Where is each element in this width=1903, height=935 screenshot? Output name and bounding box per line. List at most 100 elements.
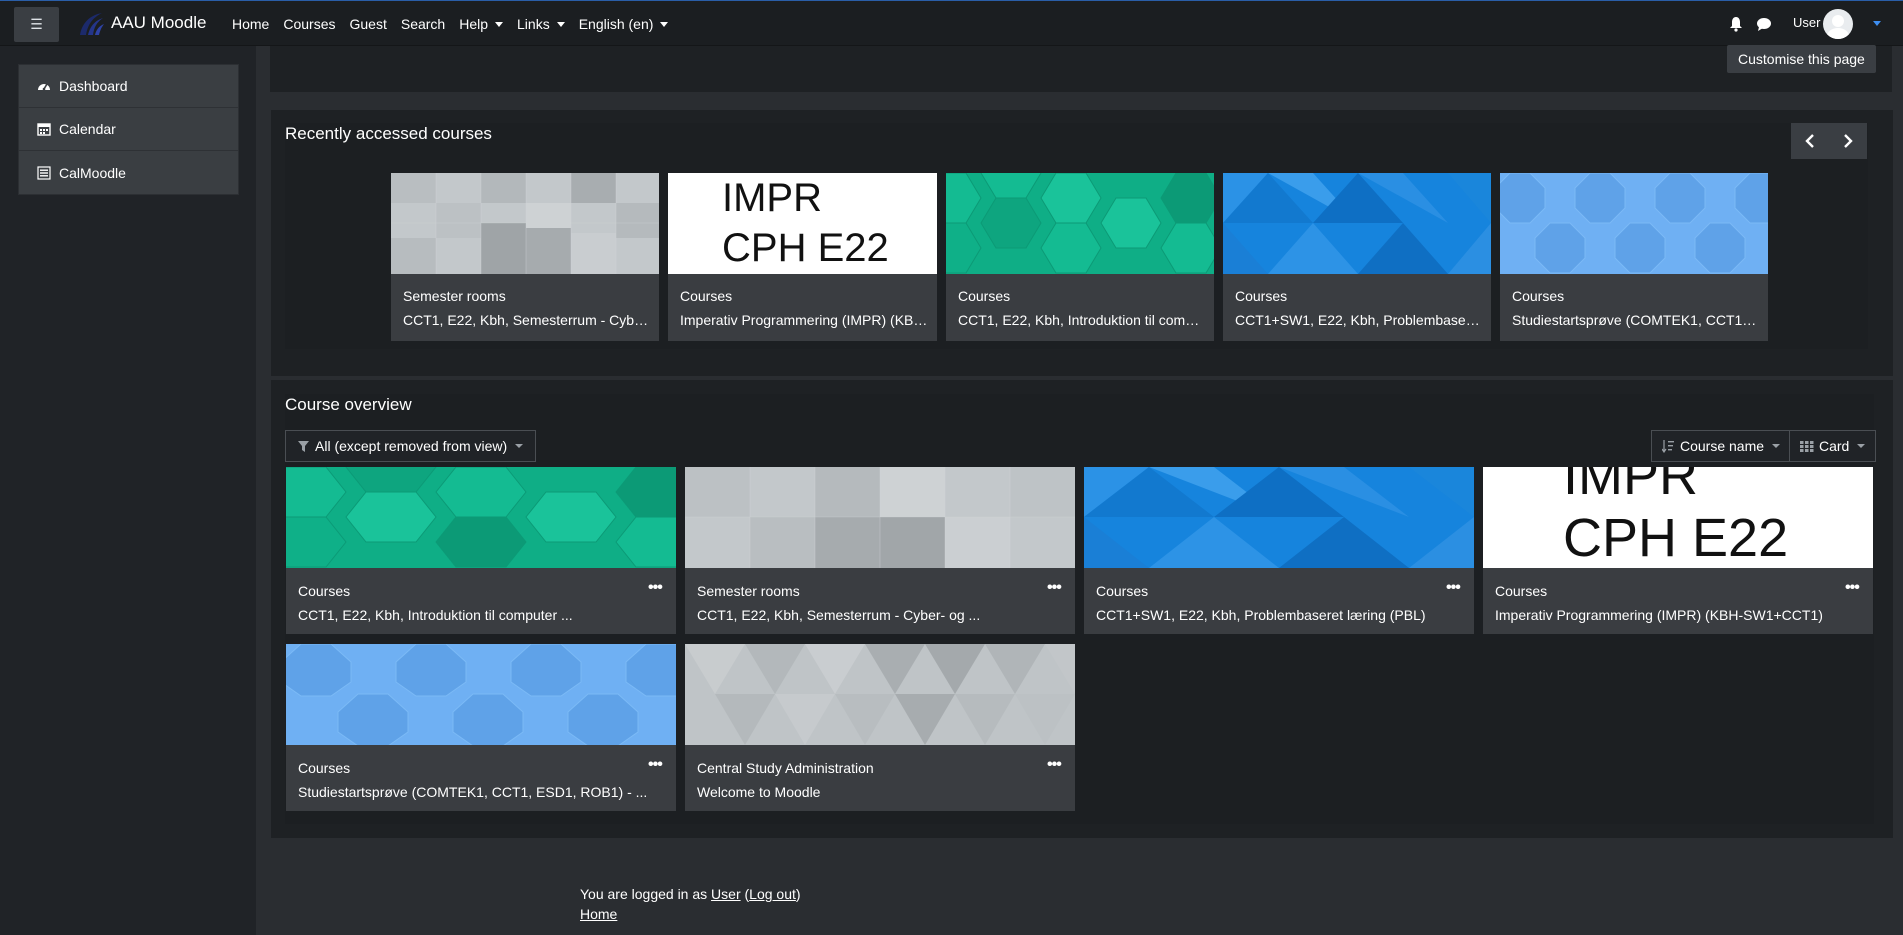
language-dropdown[interactable]: English (en) xyxy=(579,16,669,32)
notification-bell-icon[interactable] xyxy=(1729,16,1743,32)
nav-home[interactable]: Home xyxy=(232,16,269,32)
course-image[interactable] xyxy=(286,467,676,568)
sidebar-item-calmoodle[interactable]: CalMoodle xyxy=(19,151,238,194)
carousel-next-button[interactable] xyxy=(1829,123,1867,159)
carousel-controls xyxy=(1791,123,1867,159)
nav-courses[interactable]: Courses xyxy=(283,16,335,32)
chevron-down-icon xyxy=(556,21,565,27)
recent-course-card[interactable]: Courses CCT1, E22, Kbh, Introduktion til… xyxy=(946,173,1214,341)
course-image[interactable] xyxy=(1223,173,1491,274)
course-name-link[interactable]: Studiestartsprøve (COMTEK1, CCT1, ESD... xyxy=(1512,312,1760,328)
course-card[interactable]: Semester rooms ••• CCT1, E22, Kbh, Semes… xyxy=(685,467,1075,634)
sidebar-item-label: Calendar xyxy=(59,121,116,137)
course-image-text: IMPR xyxy=(1563,467,1698,506)
logout-link[interactable]: Log out xyxy=(749,886,796,902)
course-image-text: CPH E22 xyxy=(1563,508,1789,568)
grouping-filter-dropdown[interactable]: All (except removed from view) xyxy=(285,430,537,462)
view-mode-dropdown[interactable]: Card xyxy=(1789,430,1877,462)
course-card[interactable]: Courses ••• Studiestartsprøve (COMTEK1, … xyxy=(286,644,676,811)
course-name-link[interactable]: Studiestartsprøve (COMTEK1, CCT1, ESD1, … xyxy=(298,784,664,800)
chevron-down-icon xyxy=(515,444,524,448)
course-category: Courses xyxy=(1096,583,1149,599)
course-actions-menu-button[interactable]: ••• xyxy=(1047,579,1062,597)
recent-course-card[interactable]: IMPR CPH E22 Courses Imperativ Programme… xyxy=(668,173,937,341)
course-image[interactable] xyxy=(685,644,1075,745)
sort-dropdown[interactable]: Course name xyxy=(1651,430,1792,462)
menu-toggle-button[interactable]: ☰ xyxy=(14,7,59,42)
sidebar-item-label: CalMoodle xyxy=(59,164,126,181)
course-image[interactable] xyxy=(946,173,1214,274)
course-image[interactable]: IMPR CPH E22 xyxy=(668,173,937,274)
course-category: Courses xyxy=(298,583,351,599)
avatar[interactable] xyxy=(1823,9,1853,39)
chevron-down-icon xyxy=(1772,444,1781,448)
course-category: Semester rooms xyxy=(403,288,506,304)
nav-links-dropdown[interactable]: Links xyxy=(517,16,565,32)
course-card[interactable]: IMPR CPH E22 Courses ••• Imperativ Progr… xyxy=(1483,467,1873,634)
course-card[interactable]: Courses ••• CCT1+SW1, E22, Kbh, Problemb… xyxy=(1084,467,1474,634)
nav-guest[interactable]: Guest xyxy=(350,16,387,32)
filter-icon xyxy=(298,440,309,452)
course-image[interactable] xyxy=(286,644,676,745)
recent-course-card[interactable]: Semester rooms CCT1, E22, Kbh, Semesterr… xyxy=(391,173,659,341)
course-name-link[interactable]: CCT1, E22, Kbh, Semesterrum - Cyber- og … xyxy=(697,607,1063,623)
course-actions-menu-button[interactable]: ••• xyxy=(1047,756,1062,774)
course-card[interactable]: Courses ••• CCT1, E22, Kbh, Introduktion… xyxy=(286,467,676,634)
course-image[interactable] xyxy=(391,173,659,274)
top-navbar: ☰ AAU Moodle Home Courses Guest Search H… xyxy=(0,0,1903,46)
course-category: Courses xyxy=(1495,583,1548,599)
chevron-down-icon xyxy=(1857,444,1866,448)
course-actions-menu-button[interactable]: ••• xyxy=(1845,579,1860,597)
course-name-link[interactable]: CCT1+SW1, E22, Kbh, Problembaseret l... xyxy=(1235,312,1483,328)
course-overview-title: Course overview xyxy=(285,395,412,414)
course-category: Courses xyxy=(1512,288,1565,304)
view-mode-label: Card xyxy=(1819,438,1850,454)
course-card[interactable]: Central Study Administration ••• Welcome… xyxy=(685,644,1075,811)
footer-home-link[interactable]: Home xyxy=(580,906,617,922)
recent-course-card[interactable]: Courses Studiestartsprøve (COMTEK1, CCT1… xyxy=(1500,173,1768,341)
page-header-block xyxy=(270,46,1892,92)
nav-search[interactable]: Search xyxy=(401,16,445,32)
course-image-text: CPH E22 xyxy=(722,226,889,270)
recently-accessed-title: Recently accessed courses xyxy=(285,124,492,143)
course-image[interactable] xyxy=(1084,467,1474,568)
chevron-down-icon xyxy=(660,21,669,27)
chevron-down-icon xyxy=(495,21,504,27)
primary-navigation: Home Courses Guest Search Help Links Eng… xyxy=(232,1,682,47)
course-name-link[interactable]: Imperativ Programmering (IMPR) (KBH-SW1+… xyxy=(1495,607,1861,623)
site-name[interactable]: AAU Moodle xyxy=(111,13,206,33)
course-name-link[interactable]: Imperativ Programmering (IMPR) (KBH-S... xyxy=(680,312,929,328)
sort-label: Course name xyxy=(1680,438,1765,454)
user-menu-caret-icon[interactable] xyxy=(1873,21,1881,26)
course-name-link[interactable]: CCT1+SW1, E22, Kbh, Problembaseret lærin… xyxy=(1096,607,1462,623)
hamburger-icon: ☰ xyxy=(30,16,43,32)
page-footer: You are logged in as User (Log out) Home xyxy=(580,884,801,924)
customise-page-button[interactable]: Customise this page xyxy=(1727,45,1876,73)
sidebar-item-dashboard[interactable]: Dashboard xyxy=(19,65,238,108)
nav-drawer: Dashboard Calendar CalMoodle xyxy=(0,46,256,935)
chevron-left-icon xyxy=(1805,134,1814,148)
profile-link[interactable]: User xyxy=(711,886,741,902)
recent-course-card[interactable]: Courses CCT1+SW1, E22, Kbh, Problembaser… xyxy=(1223,173,1491,341)
course-actions-menu-button[interactable]: ••• xyxy=(648,756,663,774)
dashboard-icon xyxy=(38,83,50,91)
carousel-prev-button[interactable] xyxy=(1791,123,1829,159)
course-actions-menu-button[interactable]: ••• xyxy=(1446,579,1461,597)
course-name-link[interactable]: Welcome to Moodle xyxy=(697,784,1063,800)
nav-help-dropdown[interactable]: Help xyxy=(459,16,504,32)
sidebar-menu: Dashboard Calendar CalMoodle xyxy=(18,64,239,195)
sidebar-item-calendar[interactable]: Calendar xyxy=(19,108,238,151)
aau-logo-icon[interactable] xyxy=(76,9,106,39)
sidebar-item-label: Dashboard xyxy=(59,78,128,94)
course-name-link[interactable]: CCT1, E22, Kbh, Semesterrum - Cyber- o..… xyxy=(403,312,651,328)
messages-chat-icon[interactable] xyxy=(1756,17,1772,32)
course-name-link[interactable]: CCT1, E22, Kbh, Introduktion til compute… xyxy=(958,312,1206,328)
course-image[interactable] xyxy=(685,467,1075,568)
course-image[interactable] xyxy=(1500,173,1768,274)
course-category: Courses xyxy=(1235,288,1288,304)
user-menu-name[interactable]: User xyxy=(1793,15,1820,30)
course-image[interactable]: IMPR CPH E22 xyxy=(1483,467,1873,568)
course-category: Central Study Administration xyxy=(697,760,874,776)
course-name-link[interactable]: CCT1, E22, Kbh, Introduktion til compute… xyxy=(298,607,664,623)
course-actions-menu-button[interactable]: ••• xyxy=(648,579,663,597)
